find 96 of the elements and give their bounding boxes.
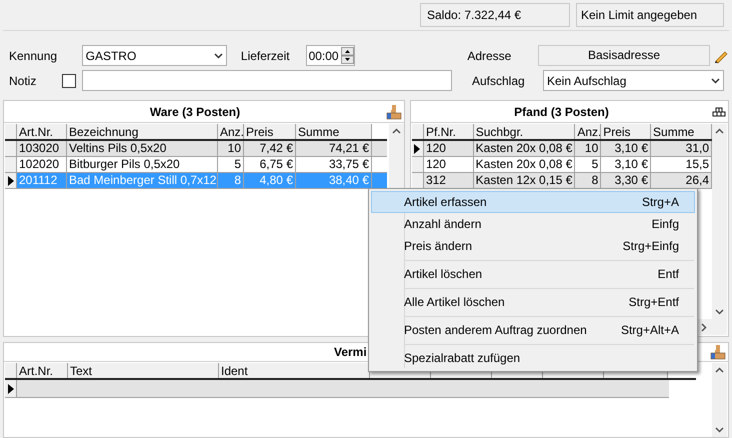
column-header[interactable]: Bezeichnung: [67, 124, 218, 139]
table-cell: 3,10 €: [601, 141, 651, 156]
column-header[interactable]: Art.Nr.: [17, 363, 68, 378]
column-header[interactable]: Preis: [601, 124, 652, 139]
chevron-down-icon: [715, 427, 724, 433]
limit-text: Kein Limit angegeben: [576, 3, 724, 27]
table-cell: Bitburger Pils 0,5x20: [67, 157, 218, 172]
shortcut-text: Strg+Entf: [628, 294, 679, 311]
field-label: Notiz: [8, 72, 38, 90]
row-pointer-icon: [414, 144, 420, 154]
column-header[interactable]: Art.Nr.: [17, 124, 67, 139]
table-cell: 5: [575, 157, 602, 172]
chevron-up-icon: [715, 367, 724, 373]
table-row[interactable]: 312 Kasten 12x 0,15 € 8 3,30 € 26,4: [412, 173, 712, 189]
table-cell: 6,75 €: [244, 157, 296, 172]
menu-item[interactable]: Alle Artikel löschen Strg+Entf: [371, 285, 695, 313]
chevron-up-icon: [392, 128, 402, 134]
panel-title: Ware (3 Posten): [148, 104, 242, 120]
menu-item[interactable]: Spezialrabatt zufügen: [371, 341, 695, 369]
column-header[interactable]: Anz.: [218, 124, 244, 139]
table-cell: 3,10 €: [601, 157, 651, 172]
vertical-scrollbar[interactable]: [712, 124, 727, 319]
shortcut-text: Strg+Alt+A: [620, 322, 679, 339]
table-cell: Bad Meinberger Still 0,7x12: [67, 173, 218, 188]
chevron-down-icon: [715, 309, 724, 315]
table-row[interactable]: 102020 Bitburger Pils 0,5x20 5 6,75 € 33,75 €: [5, 157, 388, 173]
shortcut-text: Strg+A: [642, 194, 679, 211]
notiz-input-field[interactable]: [82, 70, 452, 91]
row-indicator-cell[interactable]: [5, 157, 17, 172]
table-cell: 10: [575, 141, 602, 156]
spin-arrows-icon: [341, 47, 354, 64]
column-header[interactable]: Ident: [219, 363, 370, 378]
table-cell: 102020: [17, 157, 67, 172]
row-header-cell: [5, 363, 17, 378]
table-cell: 120: [424, 141, 474, 156]
table-cell: 201112: [17, 173, 67, 188]
panel-title: Vermi: [334, 344, 367, 361]
table-cell: 8: [218, 173, 244, 188]
column-header[interactable]: Pf.Nr.: [424, 124, 474, 139]
column-header[interactable]: Summe: [296, 124, 372, 139]
row-header-cell: [412, 124, 424, 139]
row-indicator-cell[interactable]: [5, 380, 17, 397]
shortcut-text: Entf: [658, 266, 679, 283]
row-indicator-cell[interactable]: [5, 173, 17, 188]
table-cell: 103020: [17, 141, 67, 156]
field-label: Aufschlag: [472, 72, 526, 90]
row-indicator-cell[interactable]: [412, 141, 424, 156]
row-pointer-icon: [8, 384, 14, 394]
row-header-cell: [5, 124, 17, 139]
menu-item[interactable]: Anzahl ändern Einfg: [371, 213, 695, 235]
column-header[interactable]: Suchbgr.: [474, 124, 576, 139]
row-pointer-icon: [8, 176, 14, 186]
stacked-boxes-icon: [710, 344, 726, 360]
panel-title: Pfand (3 Posten): [513, 104, 610, 120]
chevron-down-icon: [711, 78, 720, 84]
menu-item[interactable]: Artikel erfassen Strg+A: [371, 191, 695, 213]
time-spinner[interactable]: 00:00: [306, 45, 356, 66]
chevron-up-icon: [715, 128, 724, 134]
table-cell: Veltins Pils 0,5x20: [67, 141, 218, 156]
column-header[interactable]: Anz.: [575, 124, 602, 139]
field-label: Lieferzeit: [240, 48, 291, 64]
aufschlag-dropdown[interactable]: Kein Aufschlag: [543, 70, 724, 91]
kennung-dropdown[interactable]: GASTRO: [82, 45, 227, 66]
notiz-checkbox[interactable]: [62, 74, 76, 88]
chevron-right-icon: [701, 322, 707, 332]
table-cell: 5: [218, 157, 244, 172]
table-row[interactable]: 120 Kasten 20x 0,08 € 10 3,10 € 31,0: [412, 141, 712, 157]
field-label: Adresse: [467, 48, 512, 64]
table-cell: Kasten 20x 0,08 €: [474, 141, 576, 156]
row-indicator-cell[interactable]: [412, 157, 424, 172]
vertical-scrollbar[interactable]: [712, 363, 727, 437]
column-header[interactable]: Summe: [651, 124, 712, 139]
menu-item[interactable]: Posten anderem Auftrag zuordnen Strg+Alt+A: [371, 313, 695, 341]
table-row[interactable]: 103020 Veltins Pils 0,5x20 10 7,42 € 74,21 €: [5, 141, 388, 157]
chevron-down-icon: [214, 52, 223, 58]
column-header[interactable]: Preis: [244, 124, 296, 139]
menu-item[interactable]: Preis ändern Strg+Einfg: [371, 235, 695, 257]
menu-item[interactable]: Artikel löschen Entf: [371, 257, 695, 285]
balance-text: Saldo: 7.322,44 €: [420, 3, 570, 27]
table-row[interactable]: 120 Kasten 20x 0,08 € 5 3,10 € 15,5: [412, 157, 712, 173]
field-label: Kennung: [8, 48, 58, 64]
table-cell: 10: [218, 141, 244, 156]
table-cell: Kasten 20x 0,08 €: [474, 157, 576, 172]
column-header[interactable]: Text: [68, 363, 219, 378]
stacked-boxes-icon: [386, 104, 402, 120]
table-cell: 33,75 €: [296, 157, 372, 172]
table-cell: 120: [424, 157, 474, 172]
table-cell: 7,42 €: [244, 141, 296, 156]
shortcut-text: Strg+Einfg: [622, 238, 679, 255]
table-cell: 74,21 €: [296, 141, 372, 156]
address-field: Basisadresse: [538, 45, 710, 66]
row-indicator-cell[interactable]: [5, 141, 17, 156]
shortcut-text: Einfg: [652, 216, 679, 233]
table-cell: 4,80 €: [244, 173, 296, 188]
row-indicator-cell[interactable]: [412, 173, 424, 188]
grid-icon: [712, 106, 726, 116]
